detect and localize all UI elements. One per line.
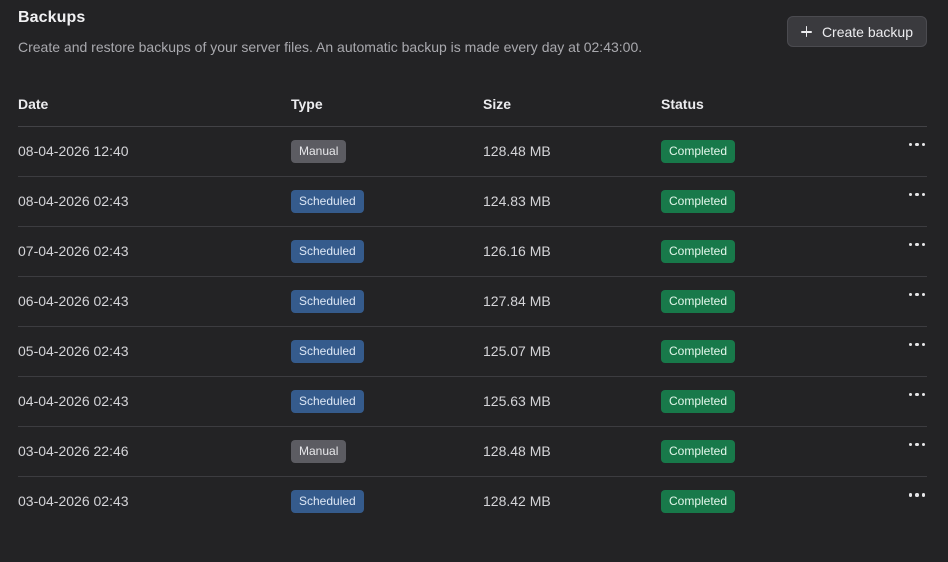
more-horizontal-icon[interactable]	[907, 435, 928, 455]
more-horizontal-icon[interactable]	[907, 485, 928, 505]
backup-status-cell: Completed	[661, 226, 887, 277]
backup-size: 124.83 MB	[483, 176, 661, 227]
status-badge: Completed	[661, 389, 736, 413]
more-horizontal-icon[interactable]	[907, 335, 928, 355]
backup-size: 126.16 MB	[483, 226, 661, 277]
row-actions-cell	[887, 226, 928, 277]
plus-icon	[800, 26, 812, 37]
column-header-date: Date	[18, 92, 291, 127]
table-body: 08-04-2026 12:40 Manual 128.48 MB Comple…	[18, 126, 927, 526]
backup-status-cell: Completed	[661, 476, 887, 526]
type-badge: Scheduled	[291, 389, 364, 413]
backup-size: 128.48 MB	[483, 426, 661, 477]
backup-date: 07-04-2026 02:43	[18, 226, 291, 277]
status-badge: Completed	[661, 439, 736, 463]
table-row: 08-04-2026 12:40 Manual 128.48 MB Comple…	[18, 126, 928, 177]
page-subtitle: Create and restore backups of your serve…	[18, 39, 643, 55]
status-badge: Completed	[661, 239, 736, 263]
backup-status-cell: Completed	[661, 426, 887, 477]
backup-type-cell: Scheduled	[291, 326, 483, 377]
backup-date: 03-04-2026 02:43	[18, 493, 129, 510]
status-badge: Completed	[661, 139, 736, 163]
row-actions-cell	[887, 426, 928, 477]
backup-type-cell: Manual	[291, 426, 483, 477]
backup-status-cell: Completed	[661, 326, 887, 377]
backup-date: 04-04-2026 02:43	[18, 376, 291, 427]
backup-type-cell: Scheduled	[291, 276, 483, 327]
backup-size: 128.42 MB	[483, 493, 551, 510]
type-badge: Scheduled	[291, 489, 364, 513]
row-actions-cell	[887, 176, 928, 227]
row-actions-cell	[887, 476, 927, 526]
backups-table: Date Type Size Status 08-04-2026 12:40 M…	[18, 92, 927, 526]
more-horizontal-icon[interactable]	[907, 185, 928, 205]
page-title: Backups	[18, 9, 86, 26]
type-badge: Scheduled	[291, 189, 364, 213]
row-actions-cell	[887, 376, 928, 427]
table-row: 05-04-2026 02:43 Scheduled 125.07 MB Com…	[18, 326, 928, 377]
backup-size: 125.07 MB	[483, 326, 661, 377]
backup-size: 127.84 MB	[483, 276, 661, 327]
more-horizontal-icon[interactable]	[907, 135, 928, 155]
backup-status-cell: Completed	[661, 176, 887, 227]
type-badge: Manual	[291, 139, 347, 163]
table-row: 08-04-2026 02:43 Scheduled 124.83 MB Com…	[18, 176, 928, 227]
more-horizontal-icon[interactable]	[907, 285, 928, 305]
type-badge: Scheduled	[291, 289, 364, 313]
table-row: 06-04-2026 02:43 Scheduled 127.84 MB Com…	[18, 276, 928, 327]
table-row: 03-04-2026 02:43 Scheduled 128.42 MB Com…	[18, 476, 927, 526]
table-header-row: Date Type Size Status	[18, 92, 927, 127]
row-actions-cell	[887, 276, 928, 327]
more-horizontal-icon[interactable]	[907, 235, 928, 255]
backup-type-cell: Scheduled	[291, 476, 483, 526]
backups-page: Backups Create and restore backups of yo…	[0, 0, 948, 562]
column-header-status: Status	[661, 92, 887, 127]
backup-date: 08-04-2026 12:40	[18, 126, 291, 177]
create-backup-button[interactable]: Create backup	[786, 16, 927, 47]
backup-size: 125.63 MB	[483, 376, 661, 427]
backup-type-cell: Scheduled	[291, 176, 483, 227]
table-row: 07-04-2026 02:43 Scheduled 126.16 MB Com…	[18, 226, 928, 277]
backup-status-cell: Completed	[661, 126, 887, 177]
type-badge: Manual	[291, 439, 347, 463]
type-badge: Scheduled	[291, 239, 364, 263]
table-row: 03-04-2026 22:46 Manual 128.48 MB Comple…	[18, 426, 928, 477]
column-header-size: Size	[483, 92, 661, 127]
page-header: Backups Create and restore backups of yo…	[18, 0, 927, 92]
backup-date: 05-04-2026 02:43	[18, 326, 291, 377]
column-header-actions	[887, 92, 927, 127]
row-actions-cell	[887, 126, 928, 177]
status-badge: Completed	[661, 189, 736, 213]
backup-date: 08-04-2026 02:43	[18, 176, 291, 227]
table-row: 04-04-2026 02:43 Scheduled 125.63 MB Com…	[18, 376, 928, 427]
backup-type-cell: Manual	[291, 126, 483, 177]
more-horizontal-icon[interactable]	[907, 385, 928, 405]
backup-date: 06-04-2026 02:43	[18, 276, 291, 327]
backup-size: 128.48 MB	[483, 126, 661, 177]
type-badge: Scheduled	[291, 339, 364, 363]
column-header-type: Type	[291, 92, 483, 127]
backup-date: 03-04-2026 22:46	[18, 426, 291, 477]
create-backup-label: Create backup	[821, 23, 913, 40]
backup-status-cell: Completed	[661, 276, 887, 327]
status-badge: Completed	[661, 339, 736, 363]
row-actions-cell	[887, 326, 928, 377]
status-badge: Completed	[661, 489, 736, 513]
status-badge: Completed	[661, 289, 736, 313]
backup-type-cell: Scheduled	[291, 376, 483, 427]
backup-status-cell: Completed	[661, 376, 887, 427]
backup-type-cell: Scheduled	[291, 226, 483, 277]
